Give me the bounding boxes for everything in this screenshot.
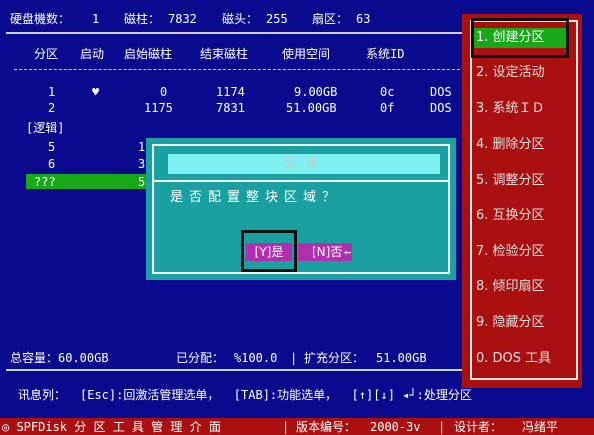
summary-divider bbox=[6, 369, 462, 371]
row-end: 1174 bbox=[216, 85, 245, 99]
heads-value: 255 bbox=[266, 12, 288, 26]
menu-item-set-active[interactable]: 2. 设定活动 bbox=[476, 63, 576, 83]
bottom-title-bar: ◎ SPFDisk 分 区 工 具 管 理 介 面 | 版本编号： 2000-3… bbox=[0, 418, 594, 435]
dialog-divider bbox=[154, 180, 448, 182]
col-used-space: 使用空间 bbox=[282, 47, 331, 61]
spfdisk-screen: 硬盘機数： 1 磁柱： 7832 磁头： 255 扇区： 63 分区 启动 启始… bbox=[0, 0, 594, 435]
version-label: 版本编号： bbox=[296, 420, 357, 434]
col-start-cylinder: 启始磁柱 bbox=[124, 47, 173, 61]
header-divider bbox=[6, 32, 462, 34]
col-partition: 分区 bbox=[34, 47, 59, 61]
row-start: 0 bbox=[160, 85, 168, 99]
logical-label: [逻辑] bbox=[26, 121, 65, 135]
yes-button-outline bbox=[241, 230, 297, 272]
row-id: 0f bbox=[380, 101, 395, 115]
col-system-id: 系统ID bbox=[366, 47, 405, 61]
row-start: 1 bbox=[138, 140, 146, 154]
total-label: 总容量： bbox=[10, 351, 59, 365]
cylinders-label: 磁柱： bbox=[124, 12, 161, 26]
active-heart-icon: ♥ bbox=[92, 85, 100, 99]
version-value: 2000-3v bbox=[370, 420, 421, 434]
total-value: 60.00GB bbox=[58, 351, 109, 365]
row-start: 5 bbox=[138, 175, 146, 189]
menu-item-delete-partition[interactable]: 4. 删除分区 bbox=[476, 135, 576, 155]
cylinders-value: 7832 bbox=[168, 12, 197, 26]
table-header-divider bbox=[14, 69, 460, 70]
menu-item-dos-tools[interactable]: 0. DOS 工具 bbox=[476, 349, 576, 369]
message-text: [Esc]:回激活管理选单， [TAB]:功能选单， [↑][↓] ◂┘:处理分… bbox=[80, 388, 472, 402]
menu-item-verify-partition[interactable]: 7. 检验分区 bbox=[476, 242, 576, 262]
designer-label: 设计者： bbox=[454, 420, 503, 434]
row-os: DOS bbox=[430, 85, 452, 99]
sectors-label: 扇区： bbox=[312, 12, 349, 26]
extended-value: 51.00GB bbox=[376, 351, 427, 365]
dialog-title: 交谈 bbox=[168, 154, 440, 174]
col-boot: 启动 bbox=[80, 47, 105, 61]
menu-item-dump-sector[interactable]: 8. 倾印扇区 bbox=[476, 277, 576, 297]
bottom-separator: | bbox=[282, 420, 290, 434]
row-partition: ??? bbox=[34, 175, 56, 189]
app-title: ◎ SPFDisk 分 区 工 具 管 理 介 面 bbox=[2, 420, 221, 434]
allocated-value: %100.0 bbox=[234, 351, 278, 365]
message-label: 讯息列： bbox=[18, 388, 67, 402]
row-partition: 1 bbox=[48, 85, 56, 99]
disk-count-label: 硬盘機数： bbox=[10, 12, 71, 26]
menu-selection-outline bbox=[471, 18, 569, 58]
summary-separator: | bbox=[290, 351, 298, 365]
heads-label: 磁头： bbox=[222, 12, 259, 26]
col-end-cylinder: 结束磁柱 bbox=[200, 47, 249, 61]
allocated-label: 已分配： bbox=[176, 351, 225, 365]
row-size: 51.00GB bbox=[286, 101, 337, 115]
row-end: 7831 bbox=[216, 101, 245, 115]
mouse-cursor-icon: ← bbox=[344, 245, 352, 259]
row-start: 3 bbox=[138, 157, 146, 171]
row-start: 1175 bbox=[144, 101, 173, 115]
menu-item-system-id[interactable]: 3. 系统ＩＤ bbox=[476, 99, 576, 119]
disk-count: 1 bbox=[92, 12, 100, 26]
dialog-question: 是否配置整块区域？ bbox=[170, 190, 342, 205]
row-id: 0c bbox=[380, 85, 395, 99]
menu-item-swap-partition[interactable]: 6. 互换分区 bbox=[476, 206, 576, 226]
row-partition: 5 bbox=[48, 140, 56, 154]
extended-label: 扩充分区： bbox=[304, 351, 365, 365]
sectors-value: 63 bbox=[356, 12, 371, 26]
menu-item-resize-partition[interactable]: 5. 调整分区 bbox=[476, 171, 576, 191]
row-os: DOS bbox=[430, 101, 452, 115]
row-partition: 6 bbox=[48, 157, 56, 171]
row-partition: 2 bbox=[48, 101, 56, 115]
row-size: 9.00GB bbox=[294, 85, 338, 99]
bottom-separator: | bbox=[438, 420, 446, 434]
menu-item-hide-partition[interactable]: 9. 隐藏分区 bbox=[476, 313, 576, 333]
designer-value: 冯绪平 bbox=[522, 420, 559, 434]
